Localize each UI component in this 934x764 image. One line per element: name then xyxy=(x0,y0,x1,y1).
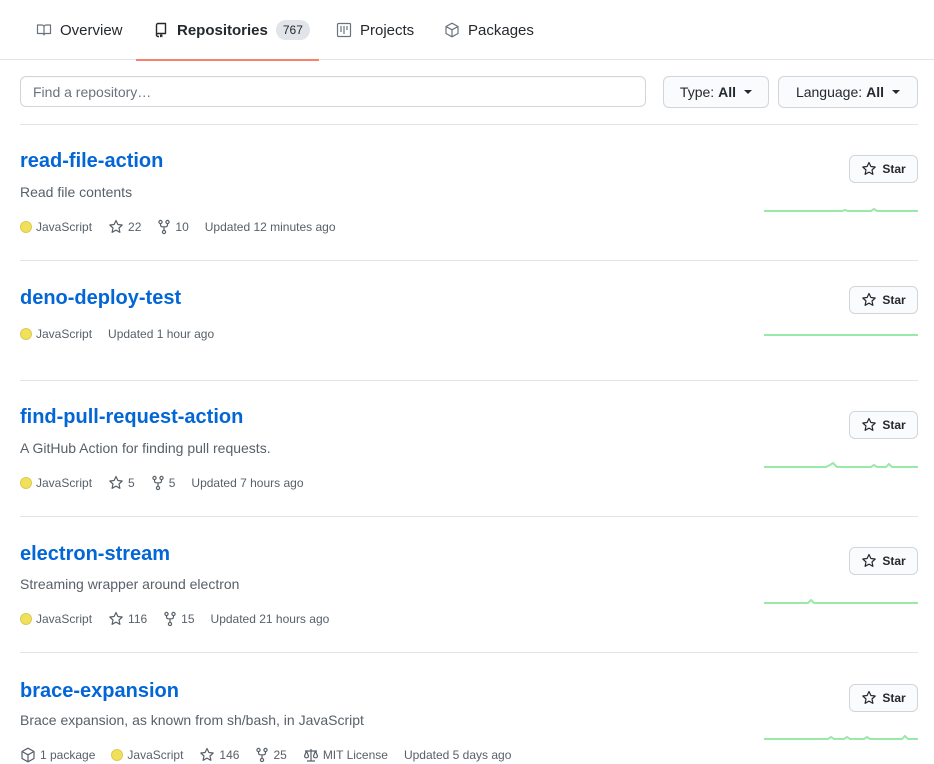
stargazers-link[interactable]: 5 xyxy=(108,475,135,491)
stargazers-link[interactable]: 146 xyxy=(199,747,239,763)
repo-name-link[interactable]: find-pull-request-action xyxy=(20,406,243,429)
star-button[interactable]: Star xyxy=(849,547,918,575)
repository-search-input[interactable] xyxy=(20,76,646,107)
divider xyxy=(20,652,918,653)
activity-sparkline xyxy=(764,334,918,336)
repo-description: A GitHub Action for finding pull request… xyxy=(20,440,271,456)
activity-sparkline xyxy=(764,598,918,604)
repo-meta: JavaScript 22 10 Updated 12 minutes ago xyxy=(20,219,352,235)
tab-label: Projects xyxy=(360,21,415,39)
star-icon xyxy=(200,747,215,761)
tab-label: Packages xyxy=(468,21,534,39)
activity-sparkline xyxy=(764,461,918,468)
caret-down-icon xyxy=(744,90,753,94)
star-button[interactable]: Star xyxy=(849,155,918,183)
tab-packages[interactable]: Packages xyxy=(444,0,534,60)
forks-link[interactable]: 15 xyxy=(163,611,195,627)
language-filter-value: All xyxy=(866,84,885,100)
updated-time: Updated 12 minutes ago xyxy=(204,220,336,234)
repo-name-link[interactable]: electron-stream xyxy=(20,543,170,566)
stargazers-link[interactable]: 116 xyxy=(108,611,147,627)
language-color-dot xyxy=(20,221,32,233)
star-icon xyxy=(862,417,877,431)
stargazers-link[interactable]: 22 xyxy=(108,219,141,235)
license: MIT License xyxy=(303,747,388,763)
repo-language: JavaScript xyxy=(20,476,92,490)
project-icon xyxy=(336,22,352,38)
repo-description: Brace expansion, as known from sh/bash, … xyxy=(20,712,364,728)
repo-name-link[interactable]: brace-expansion xyxy=(20,680,179,703)
language-filter-label: Language: xyxy=(795,84,863,100)
repo-language: JavaScript xyxy=(20,327,92,341)
star-icon xyxy=(109,475,123,489)
star-icon xyxy=(109,611,123,625)
star-button[interactable]: Star xyxy=(849,684,918,712)
repo-description: Read file contents xyxy=(20,184,133,200)
tab-overview[interactable]: Overview xyxy=(36,0,123,60)
language-color-dot xyxy=(20,328,32,340)
tab-repositories[interactable]: Repositories 767 xyxy=(136,0,319,61)
repo-count-badge: 767 xyxy=(275,20,310,40)
repo-meta: JavaScript Updated 1 hour ago xyxy=(20,327,230,341)
star-icon xyxy=(862,553,877,567)
star-icon xyxy=(862,292,877,306)
type-filter-value: All xyxy=(718,84,737,100)
fork-icon xyxy=(158,219,171,235)
updated-time: Updated 7 hours ago xyxy=(191,476,304,490)
activity-sparkline xyxy=(764,207,918,212)
package-icon xyxy=(21,747,35,763)
type-filter-label: Type: xyxy=(679,84,715,100)
tab-projects[interactable]: Projects xyxy=(336,0,414,60)
book-icon xyxy=(36,22,52,38)
package-icon xyxy=(444,22,460,38)
divider xyxy=(20,124,918,125)
language-color-dot xyxy=(20,613,32,625)
repo-meta: JavaScript 5 5 Updated 7 hours ago xyxy=(20,475,320,491)
activity-sparkline xyxy=(764,734,918,740)
tab-label: Repositories xyxy=(177,21,268,39)
repo-meta: JavaScript 116 15 Updated 21 hours ago xyxy=(20,611,345,627)
language-color-dot xyxy=(111,749,124,761)
repo-name-link[interactable]: deno-deploy-test xyxy=(20,287,181,310)
star-button[interactable]: Star xyxy=(849,286,918,314)
profile-tabs: Overview Repositories 767 Projects Packa… xyxy=(0,0,934,61)
type-filter-button[interactable]: Type: All xyxy=(663,76,769,108)
updated-time: Updated 5 days ago xyxy=(403,748,512,762)
repo-icon xyxy=(153,22,169,38)
repo-language: JavaScript xyxy=(20,612,92,626)
repo-language: JavaScript xyxy=(111,748,183,762)
repo-language: JavaScript xyxy=(20,220,92,234)
divider xyxy=(20,516,918,517)
law-icon xyxy=(303,749,318,762)
fork-icon xyxy=(256,747,269,763)
divider xyxy=(20,380,918,381)
star-icon xyxy=(109,219,123,233)
packages-link[interactable]: 1 package xyxy=(20,747,95,763)
updated-time: Updated 21 hours ago xyxy=(210,612,330,626)
forks-link[interactable]: 5 xyxy=(151,475,175,491)
caret-down-icon xyxy=(892,90,901,94)
forks-link[interactable]: 25 xyxy=(255,747,287,763)
updated-time: Updated 1 hour ago xyxy=(108,327,215,341)
tab-label: Overview xyxy=(60,21,123,39)
language-filter-button[interactable]: Language: All xyxy=(778,76,918,108)
star-button[interactable]: Star xyxy=(849,411,918,439)
fork-icon xyxy=(152,475,164,491)
divider xyxy=(20,260,918,261)
star-icon xyxy=(862,690,877,704)
repo-meta: 1 package JavaScript 146 25 MIT License … xyxy=(20,747,527,763)
repo-name-link[interactable]: read-file-action xyxy=(20,150,163,173)
language-color-dot xyxy=(20,477,32,489)
forks-link[interactable]: 10 xyxy=(157,219,189,235)
repo-description: Streaming wrapper around electron xyxy=(20,576,240,592)
fork-icon xyxy=(164,611,176,627)
star-icon xyxy=(862,161,877,175)
